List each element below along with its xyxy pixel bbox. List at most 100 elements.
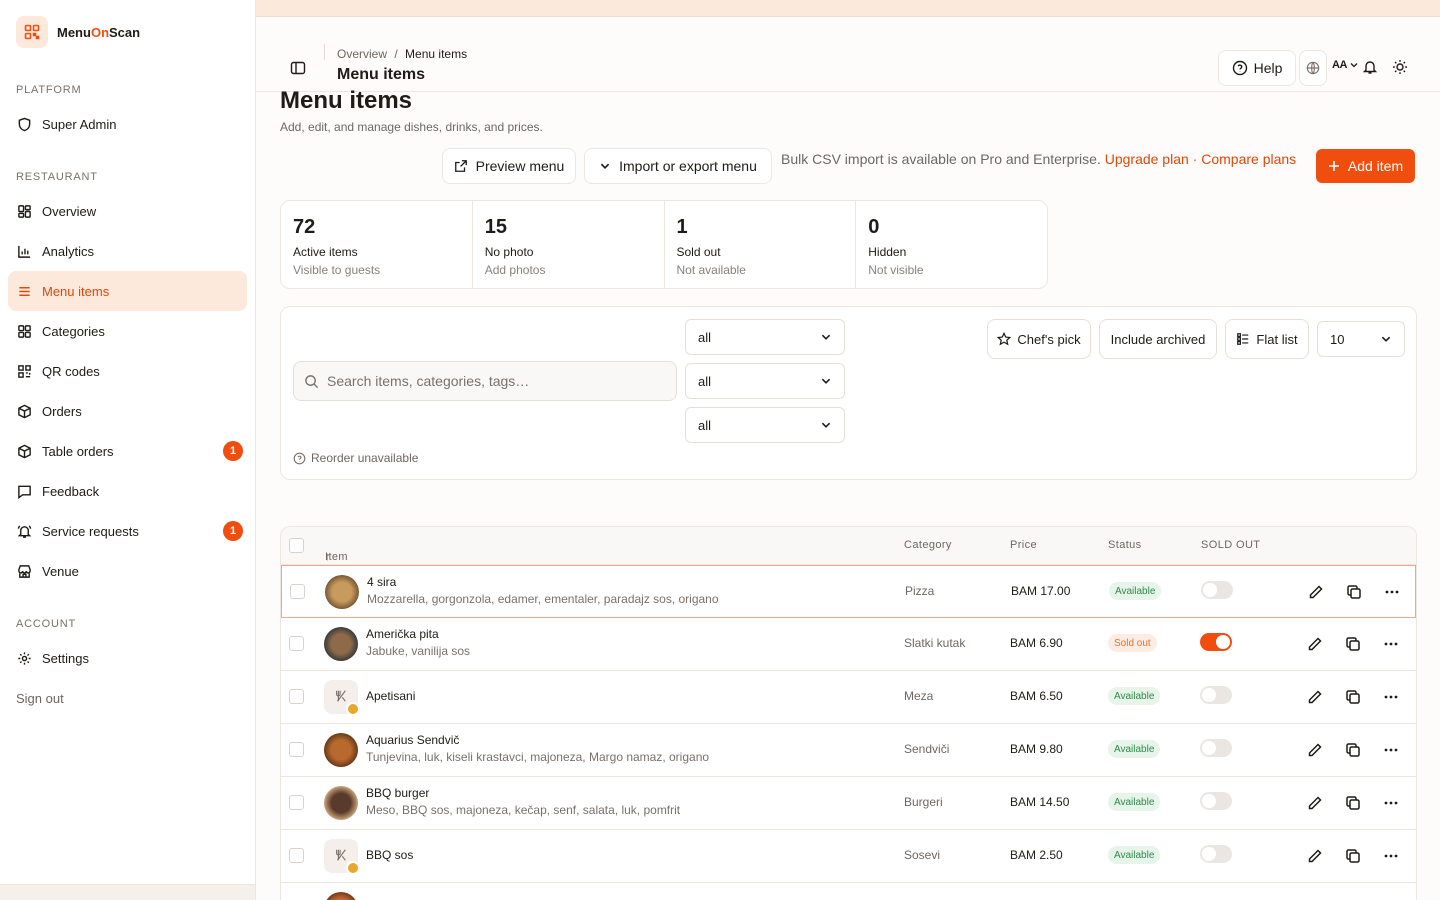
theme-sun-icon[interactable] (1392, 59, 1412, 79)
column-sold-out: SOLD OUT (1201, 539, 1261, 551)
edit-pencil-icon[interactable] (1306, 635, 1324, 653)
item-price: BAM 2.50 (1010, 848, 1063, 862)
breadcrumb-overview[interactable]: Overview (337, 47, 387, 61)
sold-out-toggle[interactable] (1201, 581, 1233, 599)
sidebar-item-menu-items[interactable]: Menu items (8, 271, 247, 311)
sign-out-link[interactable]: Sign out (0, 678, 255, 718)
table-row[interactable]: Aquarius Sendvič Tunjevina, luk, kiseli … (281, 724, 1416, 777)
table-row[interactable]: 4 sira Mozzarella, gorgonzola, edamer, e… (281, 565, 1416, 618)
bell-icon[interactable] (1362, 59, 1382, 79)
chevron-down-icon (1350, 63, 1358, 68)
item-category: Sendviči (904, 742, 950, 756)
column-category[interactable]: Category (904, 539, 952, 551)
reorder-note: Reorder unavailable (293, 451, 418, 465)
item-category: Pizza (905, 584, 935, 598)
row-checkbox[interactable] (289, 742, 304, 757)
duplicate-icon[interactable] (1344, 794, 1362, 812)
flat-list-button[interactable]: Flat list (1225, 319, 1309, 359)
nav-section-platform: PLATFORM (16, 84, 82, 96)
item-price: BAM 9.80 (1010, 742, 1063, 756)
item-name: Aquarius Sendvič (366, 733, 460, 747)
item-description: Mozzarella, gorgonzola, edamer, ementale… (367, 592, 719, 606)
search-input[interactable]: Search items, categories, tags… (293, 361, 677, 401)
duplicate-icon[interactable] (1344, 635, 1362, 653)
text-size-button[interactable]: AA (1332, 59, 1359, 71)
include-archived-label: Include archived (1110, 331, 1206, 347)
sidebar-item-overview[interactable]: Overview (8, 191, 247, 231)
upgrade-plan-link[interactable]: Upgrade plan (1105, 151, 1189, 167)
page-size-select[interactable]: 10 (1317, 321, 1405, 357)
category-filter-select[interactable]: all (685, 363, 845, 399)
brand[interactable]: MenuOnScan (0, 0, 255, 64)
duplicate-icon[interactable] (1344, 847, 1362, 865)
sidebar-item-label: Venue (42, 563, 79, 579)
edit-pencil-icon[interactable] (1306, 794, 1324, 812)
edit-pencil-icon[interactable] (1306, 847, 1324, 865)
import-export-button[interactable]: Import or export menu (584, 148, 772, 184)
sold-out-toggle[interactable] (1200, 739, 1232, 757)
table-row[interactable] (281, 883, 1416, 900)
row-checkbox[interactable] (290, 584, 305, 599)
top-header: Overview / Menu items Menu items Help AA (256, 17, 1440, 92)
no-photo-warning-icon (346, 702, 360, 716)
more-options-icon[interactable] (1382, 794, 1400, 812)
column-status[interactable]: Status (1108, 539, 1142, 551)
table-row[interactable]: Američka pita Jabuke, vanilija sos Slatk… (281, 618, 1416, 671)
help-button[interactable]: Help (1218, 50, 1296, 86)
type-filter-select[interactable]: all (685, 407, 845, 443)
row-checkbox[interactable] (289, 795, 304, 810)
sidebar-item-categories[interactable]: Categories (8, 311, 247, 351)
sidebar-item-venue[interactable]: Venue (8, 551, 247, 591)
more-options-icon[interactable] (1383, 583, 1401, 601)
row-checkbox[interactable] (289, 636, 304, 651)
language-button[interactable] (1299, 50, 1327, 86)
include-archived-button[interactable]: Include archived (1099, 319, 1217, 359)
sold-out-toggle[interactable] (1200, 633, 1232, 651)
chefs-pick-button[interactable]: Chef's pick (987, 319, 1091, 359)
compare-plans-link[interactable]: Compare plans (1201, 151, 1296, 167)
edit-pencil-icon[interactable] (1306, 688, 1324, 706)
more-options-icon[interactable] (1382, 741, 1400, 759)
duplicate-icon[interactable] (1345, 583, 1363, 601)
table-row[interactable]: Apetisani Meza BAM 6.50 Available (281, 671, 1416, 724)
edit-pencil-icon[interactable] (1306, 741, 1324, 759)
page-subtitle: Add, edit, and manage dishes, drinks, an… (280, 120, 543, 134)
more-options-icon[interactable] (1382, 635, 1400, 653)
preview-menu-button[interactable]: Preview menu (442, 148, 576, 184)
sidebar-toggle-icon[interactable] (288, 58, 308, 78)
bell-ring-icon (16, 523, 32, 539)
nav-section-restaurant: RESTAURANT (16, 171, 98, 183)
sold-out-toggle[interactable] (1200, 845, 1232, 863)
duplicate-icon[interactable] (1344, 688, 1362, 706)
sidebar-item-analytics[interactable]: Analytics (8, 231, 247, 271)
sidebar-item-service-requests[interactable]: Service requests 1 (8, 511, 247, 551)
edit-pencil-icon[interactable] (1307, 583, 1325, 601)
sidebar-item-feedback[interactable]: Feedback (8, 471, 247, 511)
item-description: Meso, BBQ sos, majoneza, kečap, senf, sa… (366, 803, 681, 817)
sidebar-item-super-admin[interactable]: Super Admin (8, 104, 247, 144)
shield-icon (16, 116, 32, 132)
status-filter-select[interactable]: all (685, 319, 845, 355)
sidebar-item-label: Table orders (42, 443, 114, 459)
gear-icon (16, 650, 32, 666)
item-price: BAM 17.00 (1011, 584, 1071, 598)
stat-label: Sold out (676, 245, 721, 259)
add-item-button[interactable]: Add item (1316, 149, 1415, 183)
sidebar-item-qr-codes[interactable]: QR codes (8, 351, 247, 391)
more-options-icon[interactable] (1382, 847, 1400, 865)
list-tree-icon (1237, 333, 1249, 345)
table-row[interactable]: BBQ sos Sosevi BAM 2.50 Available (281, 830, 1416, 883)
bar-chart-icon (16, 243, 32, 259)
sidebar-item-table-orders[interactable]: Table orders 1 (8, 431, 247, 471)
table-row[interactable]: BBQ burger Meso, BBQ sos, majoneza, keča… (281, 777, 1416, 830)
row-checkbox[interactable] (289, 848, 304, 863)
sidebar-item-orders[interactable]: Orders (8, 391, 247, 431)
sold-out-toggle[interactable] (1200, 686, 1232, 704)
sold-out-toggle[interactable] (1200, 792, 1232, 810)
more-options-icon[interactable] (1382, 688, 1400, 706)
sidebar-item-settings[interactable]: Settings (8, 638, 247, 678)
column-price[interactable]: Price (1010, 539, 1037, 551)
select-all-checkbox[interactable] (289, 538, 304, 553)
row-checkbox[interactable] (289, 689, 304, 704)
duplicate-icon[interactable] (1344, 741, 1362, 759)
